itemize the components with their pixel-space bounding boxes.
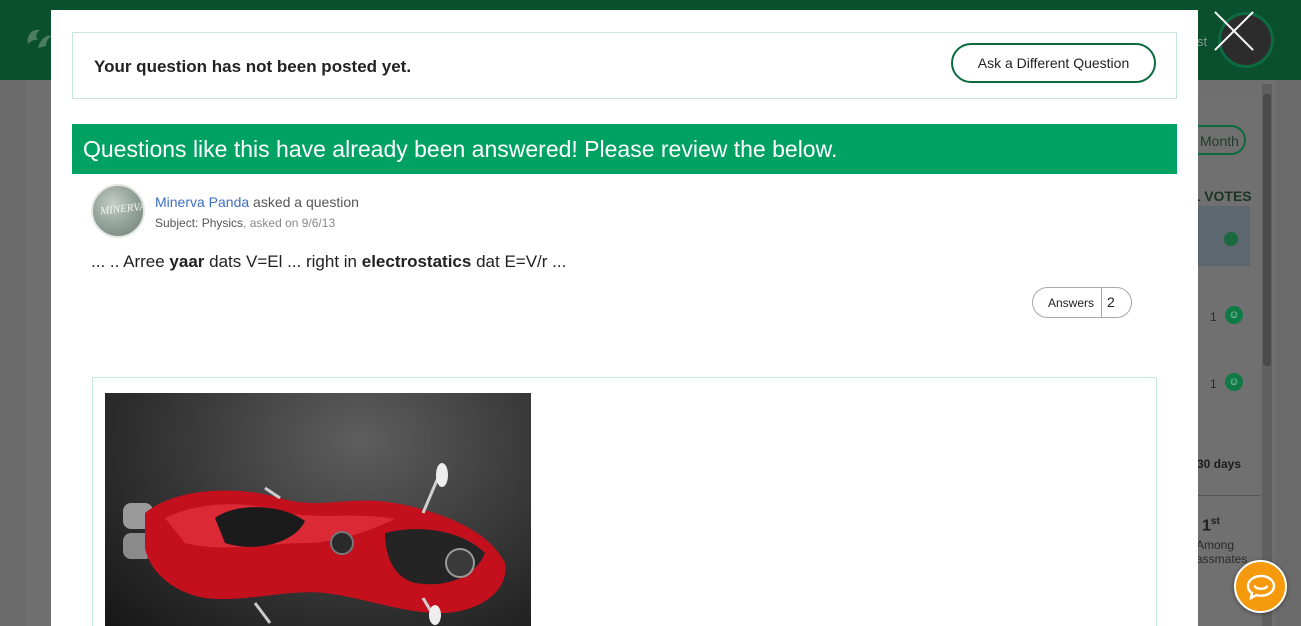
author-link[interactable]: Minerva Panda bbox=[155, 194, 249, 210]
vote-count: 1 bbox=[1210, 310, 1217, 324]
question-body[interactable]: ... .. Arree yaar dats V=El ... right in… bbox=[91, 252, 566, 272]
question-body-text: dat E=V/r ... bbox=[471, 252, 567, 271]
answers-button[interactable]: Answers 2 bbox=[1032, 287, 1132, 318]
ask-different-question-button[interactable]: Ask a Different Question bbox=[951, 43, 1156, 83]
vote-count: 1 bbox=[1210, 377, 1217, 391]
asked-date: , asked on 9/6/13 bbox=[243, 216, 336, 230]
smile-icon: ☺ bbox=[1225, 373, 1243, 391]
smile-icon: ☺ bbox=[1225, 306, 1243, 324]
question-body-highlight: electrostatics bbox=[361, 252, 472, 271]
question-body-text: dats V=El ... right in bbox=[204, 252, 362, 271]
rank-caption: Among assmates bbox=[1196, 538, 1248, 566]
question-body-highlight: yaar bbox=[169, 252, 205, 271]
motorcycle-image[interactable] bbox=[105, 393, 531, 626]
answers-count: 2 bbox=[1107, 294, 1115, 310]
motorcycle-illustration bbox=[123, 463, 506, 625]
scrollbar-thumb[interactable] bbox=[1263, 94, 1271, 366]
votes-header: L VOTES bbox=[1192, 188, 1252, 204]
site-logo-icon bbox=[27, 29, 52, 48]
days-label: 30 days bbox=[1197, 457, 1242, 471]
votes-box-icon bbox=[1224, 232, 1238, 246]
attachment-box bbox=[92, 377, 1157, 626]
avatar-text: MINERVA bbox=[99, 200, 145, 218]
rank-value: 1st bbox=[1202, 516, 1220, 535]
header-link[interactable]: st bbox=[1197, 34, 1207, 49]
notice-text: Your question has not been posted yet. bbox=[94, 57, 412, 76]
banner-text: Questions like this have already been an… bbox=[83, 136, 838, 162]
sidebar-divider bbox=[1190, 495, 1260, 496]
question-byline: Minerva Panda asked a question bbox=[155, 194, 359, 210]
chat-button[interactable] bbox=[1234, 560, 1287, 613]
votes-box bbox=[1190, 206, 1250, 266]
subject-value: Physics bbox=[201, 216, 244, 230]
answers-label: Answers bbox=[1048, 296, 1095, 310]
close-modal-button[interactable] bbox=[1212, 8, 1258, 54]
similar-questions-modal: Your question has not been posted yet. A… bbox=[51, 10, 1198, 626]
question-body-text: ... .. Arree bbox=[91, 252, 170, 271]
author-avatar[interactable]: MINERVA bbox=[91, 184, 145, 238]
answers-divider bbox=[1101, 288, 1102, 317]
not-posted-notice: Your question has not been posted yet. A… bbox=[72, 32, 1177, 99]
chat-bubble-icon bbox=[1246, 574, 1276, 600]
already-answered-banner: Questions like this have already been an… bbox=[72, 124, 1177, 174]
asked-text: asked a question bbox=[249, 194, 359, 210]
subject-label: Subject: bbox=[155, 216, 202, 230]
question-subject-line: Subject: Physics, asked on 9/6/13 bbox=[155, 216, 335, 230]
